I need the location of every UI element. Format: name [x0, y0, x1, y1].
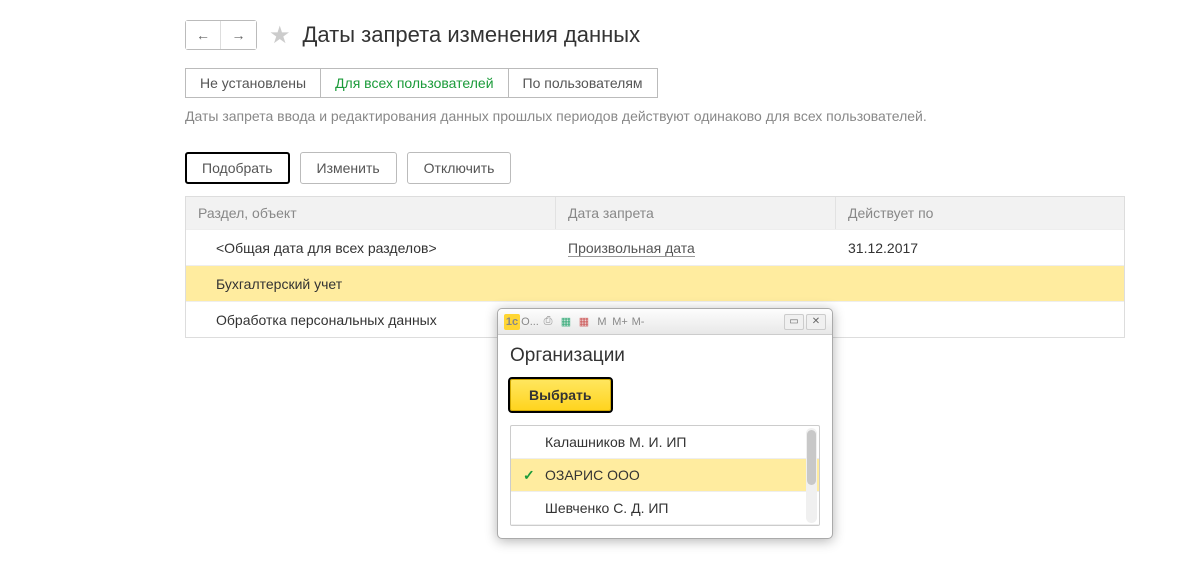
- tab-by-users[interactable]: По пользователям: [509, 68, 658, 98]
- cell-validto: 31.12.2017: [836, 232, 1124, 264]
- list-item[interactable]: ОЗАРИС ООО: [511, 459, 819, 492]
- scrollbar-thumb[interactable]: [807, 430, 816, 485]
- list-item[interactable]: Калашников М. И. ИП: [511, 426, 819, 459]
- tab-not-set[interactable]: Не установлены: [185, 68, 321, 98]
- dialog-titlebar[interactable]: 1c О... ⎙ ▦ ▦ M M+ M- ▭ ✕: [498, 309, 832, 335]
- arrow-right-icon: →: [232, 27, 246, 43]
- m-icon[interactable]: M: [594, 314, 610, 330]
- tab-bar: Не установлены Для всех пользователей По…: [185, 68, 1200, 98]
- list-item[interactable]: Шевченко С. Д. ИП: [511, 492, 819, 525]
- nav-buttons: ← →: [185, 20, 257, 50]
- forward-button[interactable]: →: [221, 21, 256, 49]
- mplus-icon[interactable]: M+: [612, 314, 628, 330]
- titlebar-text: О...: [522, 314, 538, 330]
- app-1c-icon: 1c: [504, 314, 520, 330]
- mminus-icon[interactable]: M-: [630, 314, 646, 330]
- description-text: Даты запрета ввода и редактирования данн…: [185, 108, 1200, 124]
- table-header: Раздел, объект Дата запрета Действует по: [186, 197, 1124, 229]
- th-section: Раздел, объект: [186, 197, 556, 229]
- maximize-button[interactable]: ▭: [784, 314, 804, 330]
- th-validto: Действует по: [836, 197, 1124, 229]
- tab-all-users[interactable]: Для всех пользователей: [321, 68, 508, 98]
- select-button[interactable]: Выбрать: [510, 379, 611, 411]
- edit-button[interactable]: Изменить: [300, 152, 397, 184]
- arrow-left-icon: ←: [196, 27, 210, 43]
- table-row[interactable]: <Общая дата для всех разделов> Произволь…: [186, 229, 1124, 265]
- pick-button[interactable]: Подобрать: [185, 152, 290, 184]
- table-row[interactable]: Бухгалтерский учет: [186, 265, 1124, 301]
- cell-bandate-link[interactable]: Произвольная дата: [568, 240, 695, 257]
- action-bar: Подобрать Изменить Отключить: [185, 152, 1200, 184]
- page-title: Даты запрета изменения данных: [303, 22, 641, 48]
- star-icon[interactable]: ★: [269, 21, 291, 50]
- cell-section: Бухгалтерский учет: [186, 268, 556, 300]
- org-dialog: 1c О... ⎙ ▦ ▦ M M+ M- ▭ ✕ Организации Вы…: [497, 308, 833, 539]
- calendar-icon: ▦: [558, 314, 574, 330]
- calendar2-icon: ▦: [576, 314, 592, 330]
- cell-section: <Общая дата для всех разделов>: [186, 232, 556, 264]
- org-list: Калашников М. И. ИП ОЗАРИС ООО Шевченко …: [510, 425, 820, 526]
- disable-button[interactable]: Отключить: [407, 152, 512, 184]
- th-bandate: Дата запрета: [556, 197, 836, 229]
- back-button[interactable]: ←: [186, 21, 221, 49]
- close-button[interactable]: ✕: [806, 314, 826, 330]
- print-icon: ⎙: [540, 314, 556, 330]
- dialog-title: Организации: [510, 345, 820, 367]
- scrollbar[interactable]: [806, 428, 817, 523]
